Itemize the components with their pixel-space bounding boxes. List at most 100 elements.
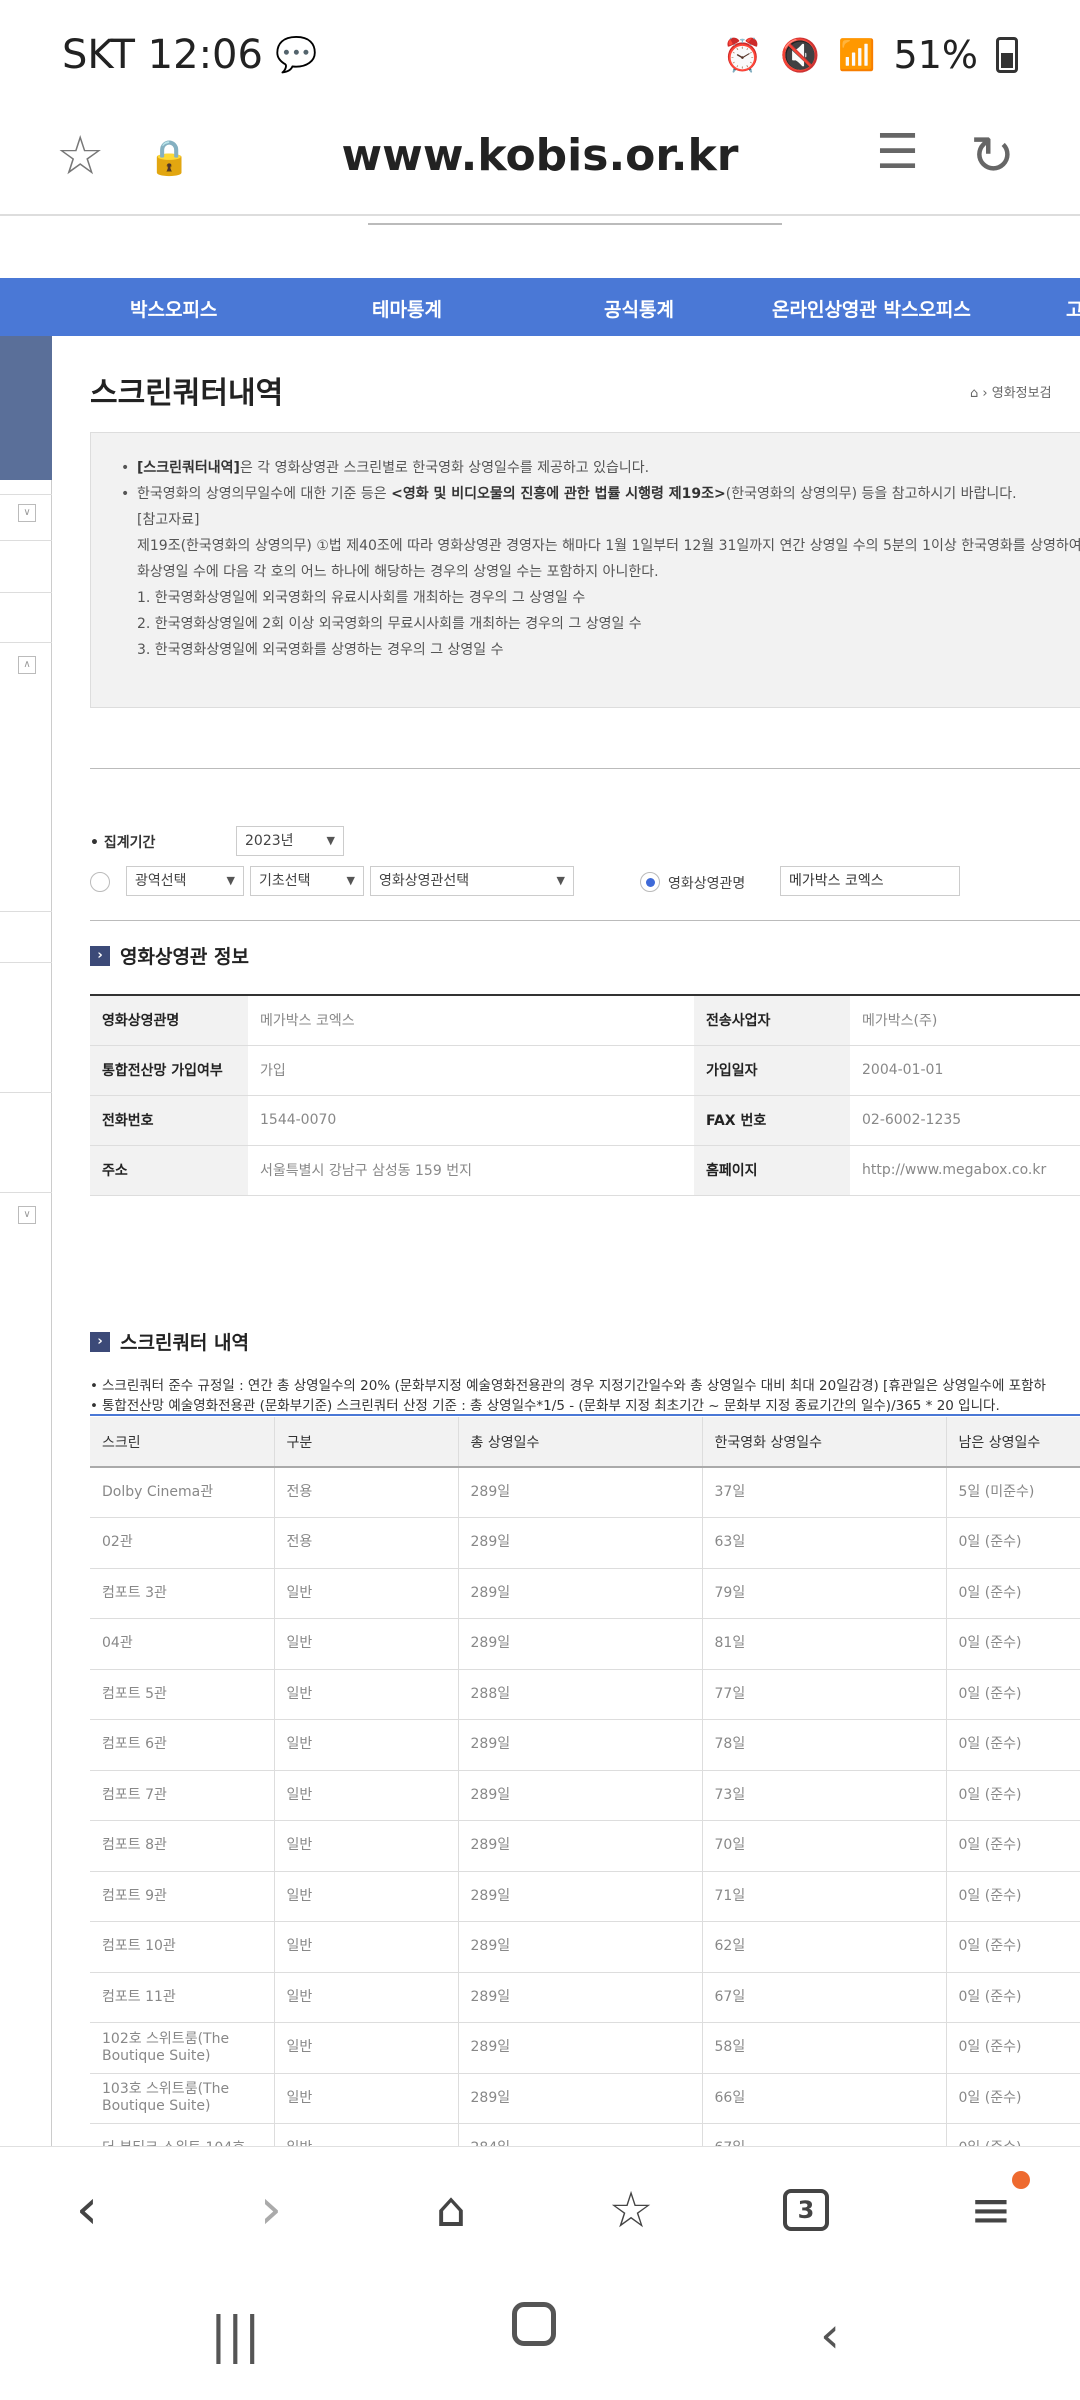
recent-apps-icon[interactable]: ||| <box>210 2306 261 2364</box>
reload-icon[interactable]: ↻ <box>970 124 1015 187</box>
mute-icon: 🔇 <box>780 36 821 74</box>
table-cell: 일반 <box>274 1921 459 1973</box>
back-nav-icon[interactable]: ‹ <box>820 2306 840 2364</box>
system-nav-bar: ||| ‹ <box>0 2276 1080 2400</box>
bookmarks-icon[interactable]: ☆ <box>596 2175 666 2245</box>
table-cell: 0일 (준수) <box>946 1669 1080 1720</box>
table-cell: 일반 <box>274 1618 459 1670</box>
table-cell: 0일 (준수) <box>946 1871 1080 1922</box>
gnb-theme-stats[interactable]: 테마통계 <box>372 295 442 322</box>
chevron-down-icon[interactable]: ∨ <box>18 504 36 522</box>
table-cell: 컴포트 3관 <box>90 1568 275 1619</box>
table-cell: 전용 <box>274 1517 459 1569</box>
wifi-icon: 📶 <box>838 37 876 73</box>
info-row: 주소 서울특별시 강남구 삼성동 159 번지 홈페이지 http://www.meg… <box>90 1145 1080 1196</box>
gnb-more[interactable]: 고 <box>1066 295 1080 322</box>
chevron-right-icon: › <box>90 1331 110 1352</box>
info-key: 영화상영관명 <box>90 995 248 1046</box>
breadcrumb: ⌂ › 영화정보검 <box>970 386 1052 401</box>
back-icon[interactable]: ‹ <box>52 2175 122 2245</box>
table-cell: 컴포트 10관 <box>90 1921 275 1973</box>
info-key: 주소 <box>90 1145 248 1196</box>
info-row: 영화상영관명 메가박스 코엑스 전송사업자 메가박스(주) <box>90 995 1080 1046</box>
region-radio[interactable] <box>90 872 110 892</box>
table-cell: 63일 <box>702 1517 947 1569</box>
theater-info-title: › 영화상영관 정보 <box>90 942 249 969</box>
table-cell: 289일 <box>458 1921 703 1973</box>
year-select[interactable]: 2023년 ▼ <box>236 826 344 856</box>
info-value: 메가박스(주) <box>850 995 1080 1046</box>
info-value[interactable]: http://www.megabox.co.kr <box>850 1145 1080 1196</box>
table-row: 04관 일반 289일 81일 0일 (준수) <box>90 1618 1080 1670</box>
notice-box: [스크린쿼터내역]은 각 영화상영관 스크린별로 한국영화 상영일수를 제공하고… <box>90 432 1080 708</box>
page-title: 스크린쿼터내역 <box>90 376 284 411</box>
gnb-online-boxoffice[interactable]: 온라인상영관 박스오피스 <box>772 295 971 322</box>
column-header: 남은 상영일수 <box>946 1417 1080 1468</box>
period-label: • 집계기간 <box>90 835 156 851</box>
rail-divider <box>0 592 52 593</box>
home-icon[interactable]: ⌂ <box>970 386 978 401</box>
table-cell: 73일 <box>702 1770 947 1821</box>
gnb-official-stats[interactable]: 공식통계 <box>604 295 674 322</box>
region-select[interactable]: 광역선택 ▼ <box>126 866 244 896</box>
table-row: 103호 스위트룸(The Boutique Suite) 일반 289일 66일 0일… <box>90 2073 1080 2124</box>
notice-line-1-bold: [스크린쿼터내역] <box>137 460 240 476</box>
quota-note-1: 스크린쿼터 준수 규정일 : 연간 총 상영일수의 20% (문화부지정 예술영… <box>90 1376 1080 1396</box>
chevron-down-icon[interactable]: ∨ <box>18 1206 36 1224</box>
notice-ref-body-1: 제19조(한국영화의 상영의무) ①법 제40조에 따라 영화상영관 경영자는 … <box>137 538 1080 554</box>
forward-icon[interactable]: › <box>236 2175 306 2245</box>
info-key: 홈페이지 <box>694 1145 850 1196</box>
rail-divider <box>0 540 52 541</box>
table-cell: 컴포트 6관 <box>90 1719 275 1771</box>
notice-line-2: 한국영화의 상영의무일수에 대한 기준 등은 <영화 및 비디오물의 진흥에 관… <box>121 481 1069 507</box>
reader-mode-icon[interactable]: ☰ <box>876 124 919 180</box>
table-cell: 289일 <box>458 1719 703 1771</box>
battery-icon <box>996 37 1018 73</box>
table-cell: 컴포트 9관 <box>90 1871 275 1922</box>
tabs-button[interactable]: 3 <box>783 2189 829 2231</box>
dropdown-arrow-icon: ▼ <box>326 834 335 847</box>
year-select-value: 2023년 <box>245 833 294 849</box>
table-cell: 일반 <box>274 1871 459 1922</box>
table-cell: 81일 <box>702 1618 947 1670</box>
chevron-right-icon: › <box>90 945 110 966</box>
table-cell: 289일 <box>458 1467 703 1518</box>
table-cell: 289일 <box>458 1871 703 1922</box>
table-cell: 70일 <box>702 1820 947 1872</box>
basic-select-value: 기초선택 <box>259 873 311 889</box>
theater-info-table: 영화상영관명 메가박스 코엑스 전송사업자 메가박스(주) 통합전산망 가입여부 가입 가입… <box>90 994 1080 1196</box>
browser-address-bar: ☆ 🔒 www.kobis.or.kr ☰ ↻ <box>0 110 1080 216</box>
region-select-value: 광역선택 <box>135 873 187 889</box>
alarm-icon: ⏰ <box>722 36 763 74</box>
table-cell: 79일 <box>702 1568 947 1619</box>
info-value: 02-6002-1235 <box>850 1095 1080 1146</box>
chevron-up-icon[interactable]: ∧ <box>18 656 36 674</box>
table-cell: 0일 (준수) <box>946 1972 1080 2023</box>
table-cell: 0일 (준수) <box>946 2022 1080 2074</box>
table-cell: 일반 <box>274 1669 459 1720</box>
table-row: 102호 스위트룸(The Boutique Suite) 일반 289일 58일 0일… <box>90 2022 1080 2074</box>
quota-notes: 스크린쿼터 준수 규정일 : 연간 총 상영일수의 20% (문화부지정 예술영… <box>90 1376 1080 1416</box>
table-cell: 0일 (준수) <box>946 1618 1080 1670</box>
rail-divider <box>0 911 52 912</box>
table-cell: 0일 (준수) <box>946 1921 1080 1973</box>
theater-name-input[interactable]: 메가박스 코엑스 <box>780 866 960 896</box>
table-cell: 77일 <box>702 1669 947 1720</box>
table-cell: 289일 <box>458 1568 703 1619</box>
dropdown-arrow-icon: ▼ <box>346 874 355 887</box>
theater-select[interactable]: 영화상영관선택 ▼ <box>370 866 574 896</box>
home-icon[interactable]: ⌂ <box>416 2175 486 2245</box>
quota-accent-line <box>90 1414 1080 1416</box>
table-row: 컴포트 3관 일반 289일 79일 0일 (준수) <box>90 1568 1080 1619</box>
table-cell: 289일 <box>458 2073 703 2124</box>
theater-name-radio[interactable] <box>640 872 660 892</box>
breadcrumb-item[interactable]: 영화정보검 <box>992 386 1052 401</box>
basic-select[interactable]: 기초선택 ▼ <box>250 866 364 896</box>
screen-quota-title: › 스크린쿼터 내역 <box>90 1328 249 1355</box>
sidebar-banner <box>0 336 52 480</box>
table-cell: 0일 (준수) <box>946 1770 1080 1821</box>
gnb-boxoffice[interactable]: 박스오피스 <box>130 295 217 322</box>
info-value: 가입 <box>248 1045 694 1096</box>
home-button-icon[interactable] <box>512 2302 556 2346</box>
table-cell: 일반 <box>274 2123 459 2146</box>
